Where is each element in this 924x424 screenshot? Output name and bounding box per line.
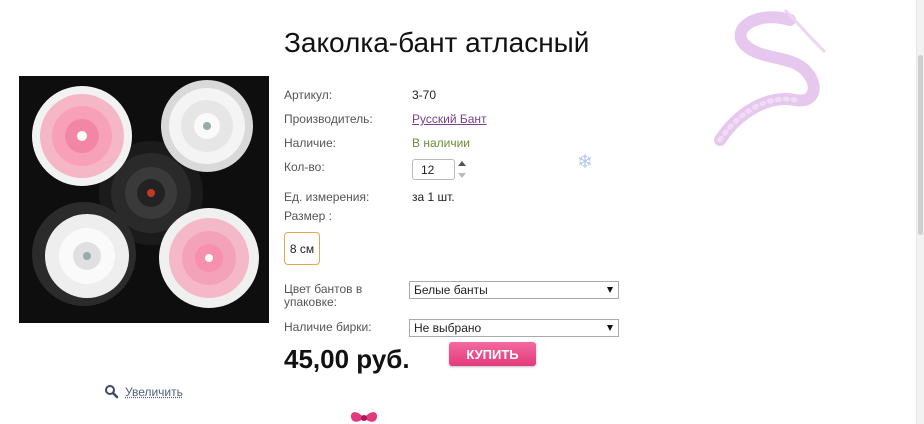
quantity-input[interactable] [412, 159, 455, 180]
tag-value: Не выбрано [414, 321, 482, 335]
manufacturer-link[interactable]: Русский Бант [412, 112, 487, 126]
product-price: 45,00 руб. [284, 344, 410, 374]
dropdown-arrow-icon [607, 287, 613, 293]
tag-select[interactable]: Не выбрано [409, 319, 619, 337]
product-image[interactable] [19, 76, 269, 323]
dropdown-arrow-icon [607, 325, 613, 331]
page-scrollbar[interactable] [916, 0, 924, 424]
quantity-decrease-icon[interactable] [458, 173, 466, 178]
white-black-bow [32, 202, 136, 306]
bow-color-label-line2: упаковке: [284, 295, 337, 309]
bow-color-label-line1: Цвет бантов в [284, 282, 363, 296]
zoom-link[interactable]: Увеличить [104, 384, 183, 399]
size-label: Размер : [284, 209, 332, 223]
buy-button[interactable]: КУПИТЬ [449, 342, 536, 366]
product-attributes: Артикул: 3-70 Производитель: Русский Бан… [284, 0, 624, 424]
bow-color-value: Белые банты [414, 283, 488, 297]
unit-value: за 1 шт. [412, 190, 455, 204]
article-value: 3-70 [412, 88, 437, 102]
scrollbar-thumb[interactable] [918, 55, 923, 235]
magnifier-icon [105, 385, 119, 399]
pink-bow-bottom [159, 208, 259, 308]
product-photo-graphic [19, 76, 269, 323]
white-bow-top [161, 80, 253, 172]
availability-label: Наличие: [284, 136, 337, 150]
tag-label: Наличие бирки: [284, 320, 372, 334]
quantity-label: Кол-во: [284, 160, 325, 174]
manufacturer-label: Производитель: [284, 112, 373, 126]
size-option-8cm[interactable]: 8 см [284, 232, 320, 265]
bow-color-select[interactable]: Белые банты [409, 281, 619, 299]
unit-label: Ед. измерения: [284, 190, 370, 204]
article-label: Артикул: [284, 88, 333, 102]
bow-decoration [350, 412, 378, 422]
zoom-label[interactable]: Увеличить [125, 385, 183, 399]
availability-value: В наличии [412, 136, 471, 150]
quantity-increase-icon[interactable] [458, 161, 466, 166]
ribbon-decoration [714, 8, 827, 146]
pink-bow-top [32, 86, 132, 186]
snowflake-icon: ❄ [577, 152, 593, 173]
